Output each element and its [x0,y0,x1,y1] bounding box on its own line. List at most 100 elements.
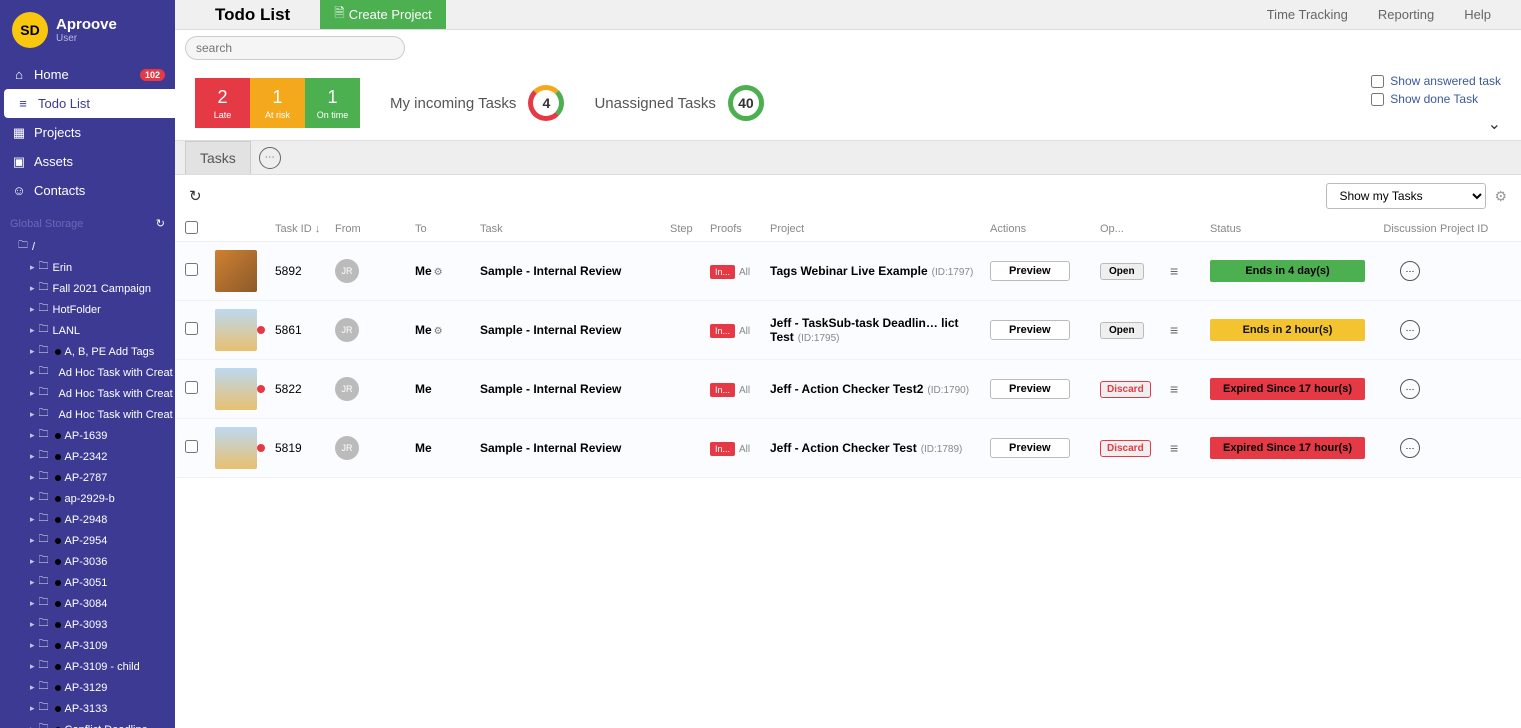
nav-projects[interactable]: ▦ Projects [0,118,175,147]
col-from[interactable]: From [335,223,415,235]
gear-icon[interactable]: ⚙ [1494,188,1507,205]
preview-button[interactable]: Preview [990,379,1070,399]
table-row[interactable]: 5892JRMe⚙Sample - Internal ReviewIn...Al… [175,242,1521,301]
tree-item[interactable]: ▸🗀AP-3051 [0,572,175,593]
preview-button[interactable]: Preview [990,438,1070,458]
op-button[interactable]: Open [1100,322,1144,339]
tabs-row: Tasks ⋯ [175,140,1521,175]
row-menu-icon[interactable]: ≡ [1170,322,1178,338]
col-project[interactable]: Project [770,223,990,235]
tree-item[interactable]: ▸🗀AP-2342 [0,446,175,467]
tree-item[interactable]: ▸🗀Conflict Deadline [0,719,175,728]
tree-item-label: Ad Hoc Task with Creat [59,388,173,400]
tree-item[interactable]: ▸🗀AP-3109 [0,635,175,656]
col-step[interactable]: Step [670,223,710,235]
link-time-tracking[interactable]: Time Tracking [1267,7,1348,22]
col-to[interactable]: To [415,223,480,235]
refresh-button[interactable]: ↻ [189,187,202,205]
link-reporting[interactable]: Reporting [1378,7,1434,22]
table-row[interactable]: 5822JRMeSample - Internal ReviewIn...All… [175,360,1521,419]
preview-button[interactable]: Preview [990,320,1070,340]
table-row[interactable]: 5861JRMe⚙Sample - Internal ReviewIn...Al… [175,301,1521,360]
discussion-icon[interactable]: ⋯ [1400,320,1420,340]
incoming-label: My incoming Tasks [390,95,516,112]
discussion-icon[interactable]: ⋯ [1400,261,1420,281]
tree-item[interactable]: ▸🗀AP-3109 - child [0,656,175,677]
nav-assets-label: Assets [34,154,73,169]
tree-item[interactable]: ▸🗀AP-1639 [0,425,175,446]
assets-icon: ▣ [12,155,26,169]
tab-tasks[interactable]: Tasks [185,141,251,174]
tree-item[interactable]: ▸🗀Ad Hoc Task with Creat [0,362,175,383]
tree-root[interactable]: 🗀/ [0,236,175,257]
row-checkbox[interactable] [185,381,198,394]
chk-show-done[interactable]: Show done Task [1371,92,1501,106]
stat-late[interactable]: 2 Late [195,78,250,128]
select-all-checkbox[interactable] [185,221,198,234]
tree-item[interactable]: ▸🗀LANL [0,320,175,341]
tree-item[interactable]: ▸🗀AP-3129 [0,677,175,698]
col-task[interactable]: Task [480,223,670,235]
stat-risk-label: At risk [265,110,290,120]
nav-assets[interactable]: ▣ Assets [0,147,175,176]
tree-item[interactable]: ▸🗀AP-3133 [0,698,175,719]
discussion-icon[interactable]: ⋯ [1400,438,1420,458]
row-checkbox[interactable] [185,440,198,453]
link-help[interactable]: Help [1464,7,1491,22]
discussion-icon[interactable]: ⋯ [1400,379,1420,399]
tree-item[interactable]: ▸🗀AP-3036 [0,551,175,572]
stat-ontime[interactable]: 1 On time [305,78,360,128]
col-proofs[interactable]: Proofs [710,223,770,235]
op-button[interactable]: Discard [1100,381,1151,398]
tree-item[interactable]: ▸🗀AP-2787 [0,467,175,488]
table-row[interactable]: 5819JRMeSample - Internal ReviewIn...All… [175,419,1521,478]
tree-item[interactable]: ▸🗀A, B, PE Add Tags [0,341,175,362]
search-input[interactable] [185,36,405,60]
row-checkbox[interactable] [185,263,198,276]
op-button[interactable]: Discard [1100,440,1151,457]
chk-show-answered[interactable]: Show answered task [1371,74,1501,88]
chk-done-input[interactable] [1371,93,1384,106]
col-taskid[interactable]: Task ID ↓ [275,223,335,235]
col-actions[interactable]: Actions [990,223,1100,235]
chk-answered-input[interactable] [1371,75,1384,88]
gear-icon[interactable]: ⚙ [434,326,443,337]
tree-item[interactable]: ▸🗀ap-2929-b [0,488,175,509]
tree-item[interactable]: ▸🗀AP-3084 [0,593,175,614]
folder-icon: 🗀 [39,301,49,318]
tree-item[interactable]: ▸🗀AP-3093 [0,614,175,635]
chevron-right-icon: ▸ [30,304,35,315]
row-menu-icon[interactable]: ≡ [1170,381,1178,397]
gear-icon[interactable]: ⚙ [434,267,443,278]
nav-home[interactable]: ⌂ Home 102 [0,60,175,89]
tree-item[interactable]: ▸🗀AP-2954 [0,530,175,551]
folder-icon: 🗀 [39,406,49,423]
nav-contacts[interactable]: ☺ Contacts [0,176,175,205]
col-status[interactable]: Status [1210,223,1380,235]
tree-item[interactable]: ▸🗀AP-2948 [0,509,175,530]
row-menu-icon[interactable]: ≡ [1170,440,1178,456]
col-op[interactable]: Op... [1100,223,1170,235]
tree-item-label: AP-3051 [65,577,108,589]
row-checkbox[interactable] [185,322,198,335]
chat-icon[interactable]: ⋯ [259,147,281,169]
chevron-down-icon[interactable]: ⌄ [1488,114,1501,134]
create-project-button[interactable]: 🗎 Create Project [320,0,446,29]
col-discussion[interactable]: Discussion [1380,223,1440,235]
status-dot [55,454,61,460]
row-menu-icon[interactable]: ≡ [1170,263,1178,279]
tree-item[interactable]: ▸🗀Erin [0,257,175,278]
op-button[interactable]: Open [1100,263,1144,280]
stat-atrisk[interactable]: 1 At risk [250,78,305,128]
tree-item[interactable]: ▸🗀Ad Hoc Task with Creat [0,404,175,425]
unassigned-count: 40 [738,95,754,111]
tree-item[interactable]: ▸🗀Fall 2021 Campaign [0,278,175,299]
tree-item[interactable]: ▸🗀Ad Hoc Task with Creat [0,383,175,404]
view-select[interactable]: Show my Tasks [1326,183,1486,209]
refresh-icon[interactable]: ↻ [156,217,165,230]
tree-root-label: / [32,241,35,253]
preview-button[interactable]: Preview [990,261,1070,281]
tree-item[interactable]: ▸🗀HotFolder [0,299,175,320]
col-projectid[interactable]: Project ID [1440,223,1500,235]
nav-todo[interactable]: ≡ Todo List [4,89,175,118]
